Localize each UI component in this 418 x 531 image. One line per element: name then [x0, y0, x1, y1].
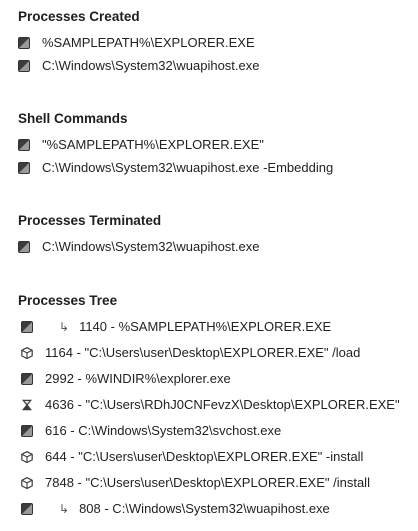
cube-icon: [21, 347, 33, 359]
processes-created-title: Processes Created: [18, 9, 140, 24]
tree-item-text: 7848 - "C:\Users\user\Desktop\EXPLORER.E…: [45, 475, 370, 490]
shell-item[interactable]: C:\Windows\System32\wuapihost.exe -Embed…: [18, 159, 333, 177]
terminated-item-text: C:\Windows\System32\wuapihost.exe: [42, 239, 260, 254]
hourglass-icon: [21, 399, 33, 411]
tree-item[interactable]: ↳ 808 - C:\Windows\System32\wuapihost.ex…: [18, 500, 330, 518]
tree-item-text: 644 - "C:\Users\user\Desktop\EXPLORER.EX…: [45, 449, 364, 464]
terminated-item[interactable]: C:\Windows\System32\wuapihost.exe: [18, 238, 259, 256]
tree-item-text: 4636 - "C:\Users\RDhJ0CNFevzX\Desktop\EX…: [45, 397, 400, 412]
tree-item-text: 1164 - "C:\Users\user\Desktop\EXPLORER.E…: [45, 345, 361, 360]
process-icon: [18, 241, 30, 253]
process-icon: [21, 425, 33, 437]
tree-item-text: 2992 - %WINDIR%\explorer.exe: [45, 371, 231, 386]
tree-item[interactable]: 7848 - "C:\Users\user\Desktop\EXPLORER.E…: [18, 474, 370, 492]
process-icon: [18, 60, 30, 72]
tree-item[interactable]: 1164 - "C:\Users\user\Desktop\EXPLORER.E…: [18, 344, 360, 362]
process-icon: [21, 503, 33, 515]
tree-item[interactable]: 616 - C:\Windows\System32\svchost.exe: [18, 422, 281, 440]
tree-item[interactable]: ↳ 1140 - %SAMPLEPATH%\EXPLORER.EXE: [18, 318, 331, 336]
cube-icon: [21, 451, 33, 463]
tree-item-text: 1140 - %SAMPLEPATH%\EXPLORER.EXE: [79, 319, 332, 334]
tree-item[interactable]: 644 - "C:\Users\user\Desktop\EXPLORER.EX…: [18, 448, 363, 466]
shell-item-text: C:\Windows\System32\wuapihost.exe -Embed…: [42, 160, 334, 175]
process-icon: [18, 162, 30, 174]
tree-item[interactable]: 4636 - "C:\Users\RDhJ0CNFevzX\Desktop\EX…: [18, 396, 400, 414]
child-arrow-icon: ↳: [59, 320, 70, 334]
shell-item-text: "%SAMPLEPATH%\EXPLORER.EXE": [42, 137, 264, 152]
tree-item-text: 616 - C:\Windows\System32\svchost.exe: [45, 423, 282, 438]
processes-tree-title: Processes Tree: [18, 293, 118, 308]
cube-icon: [21, 477, 33, 489]
child-arrow-icon: ↳: [59, 502, 70, 516]
process-icon: [18, 139, 30, 151]
shell-commands-title: Shell Commands: [18, 111, 128, 126]
tree-item[interactable]: 2992 - %WINDIR%\explorer.exe: [18, 370, 231, 388]
tree-item-text: 808 - C:\Windows\System32\wuapihost.exe: [79, 501, 330, 516]
processes-terminated-title: Processes Terminated: [18, 213, 162, 228]
process-icon: [21, 321, 33, 333]
shell-item[interactable]: "%SAMPLEPATH%\EXPLORER.EXE": [18, 136, 264, 154]
created-item[interactable]: C:\Windows\System32\wuapihost.exe: [18, 57, 259, 75]
created-item[interactable]: %SAMPLEPATH%\EXPLORER.EXE: [18, 34, 255, 52]
created-item-text: C:\Windows\System32\wuapihost.exe: [42, 58, 260, 73]
process-icon: [18, 37, 30, 49]
process-icon: [21, 373, 33, 385]
created-item-text: %SAMPLEPATH%\EXPLORER.EXE: [42, 35, 255, 50]
